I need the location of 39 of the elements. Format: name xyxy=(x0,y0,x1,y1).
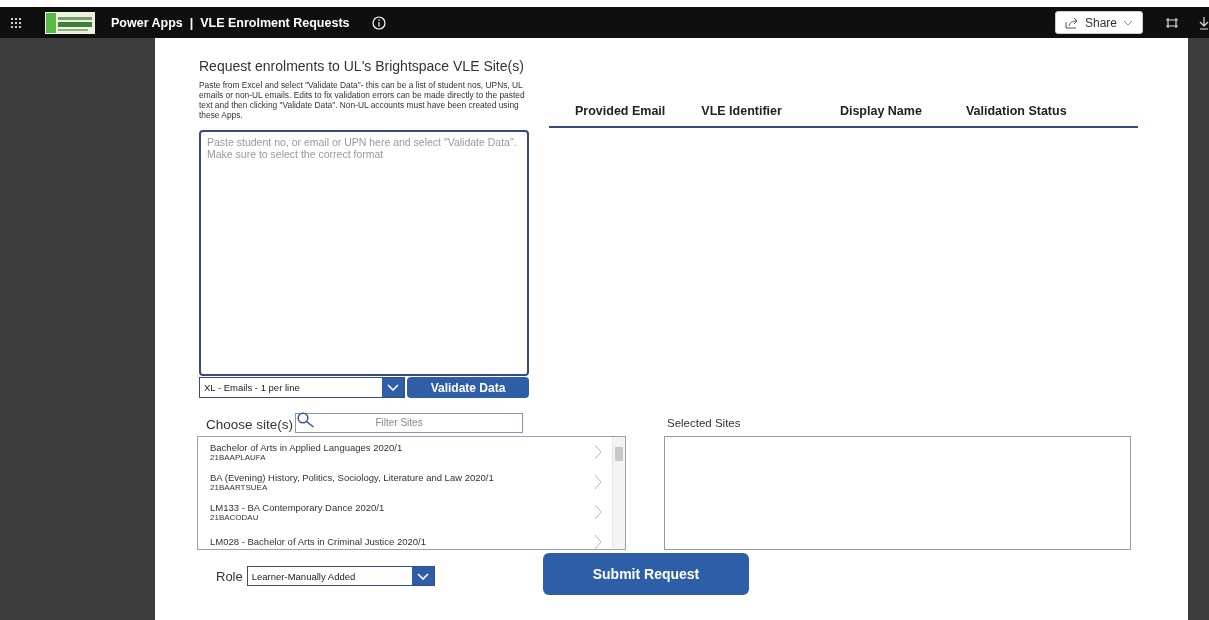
chevron-down-icon xyxy=(416,572,429,580)
form-title: Request enrolments to UL's Brightspace VLE Site(s) xyxy=(199,58,525,74)
site-code: 21BACODAU xyxy=(210,512,260,522)
site-name[interactable]: Bachelor of Arts in Applied Languages 2020/1 xyxy=(210,441,594,453)
share-button[interactable]: Share xyxy=(1055,11,1143,34)
chevron-right-icon[interactable] xyxy=(594,503,602,520)
role-label: Role xyxy=(216,568,243,584)
scrollbar[interactable] xyxy=(612,437,625,549)
site-code: 21BAARTSUEA xyxy=(210,482,268,492)
site-name[interactable]: LM028 - Bachelor of Arts in Criminal Justice 2020/1 xyxy=(210,536,594,547)
paste-input-field[interactable]: Paste student no, or email or UPN here and select "Validate Data". Make sure to select the correct format xyxy=(199,130,529,376)
download-icon[interactable] xyxy=(1199,15,1209,30)
filter-sites-field[interactable]: Filter Sites xyxy=(295,412,524,433)
chevron-right-icon[interactable] xyxy=(594,473,602,490)
column-header: Display Name xyxy=(839,104,922,118)
selected-sites-label: Selected Sites xyxy=(666,417,742,431)
logo-icon xyxy=(45,11,95,34)
chevron-down-icon xyxy=(1123,19,1133,26)
fit-screen-icon[interactable] xyxy=(1165,16,1179,29)
site-name[interactable]: BA (Evening) History, Politics, Sociology, Literature and Law 2020/1 xyxy=(210,471,594,483)
instructions-text: Paste from Excel and select "Validate Data"- this can be a list of student nos, UPNs, UL emails or non-UL emails. Edits to fix validation errors can be made directly to the pasted text and then clicking "Validate Data". Non-UL accounts must have been created using these Apps. xyxy=(199,80,526,120)
validate-data-button[interactable]: Validate Data xyxy=(407,377,529,398)
app-title: Power Apps | VLE Enrolment Requests xyxy=(111,15,350,30)
share-icon xyxy=(1065,16,1079,29)
submit-request-button[interactable]: Submit Request xyxy=(543,553,749,595)
role-dropdown[interactable]: Learner-Manually Added xyxy=(246,566,435,586)
search-icon xyxy=(297,412,316,428)
column-header: Provided Email xyxy=(575,104,666,118)
site-code: 21BAAPLAUFA xyxy=(210,452,267,462)
info-icon[interactable] xyxy=(371,15,386,30)
column-header: VLE Identifier xyxy=(701,104,782,118)
format-dropdown[interactable]: XL - Emails - 1 per line xyxy=(199,377,405,398)
chevron-right-icon[interactable] xyxy=(594,533,602,549)
column-header: Validation Status xyxy=(965,104,1067,118)
chevron-down-icon xyxy=(387,384,399,391)
site-name[interactable]: LM133 - BA Contemporary Dance 2020/1 xyxy=(210,501,594,513)
choose-sites-label: Choose site(s) xyxy=(206,417,294,432)
chevron-right-icon[interactable] xyxy=(594,443,602,460)
app-launcher-icon[interactable] xyxy=(10,16,22,29)
